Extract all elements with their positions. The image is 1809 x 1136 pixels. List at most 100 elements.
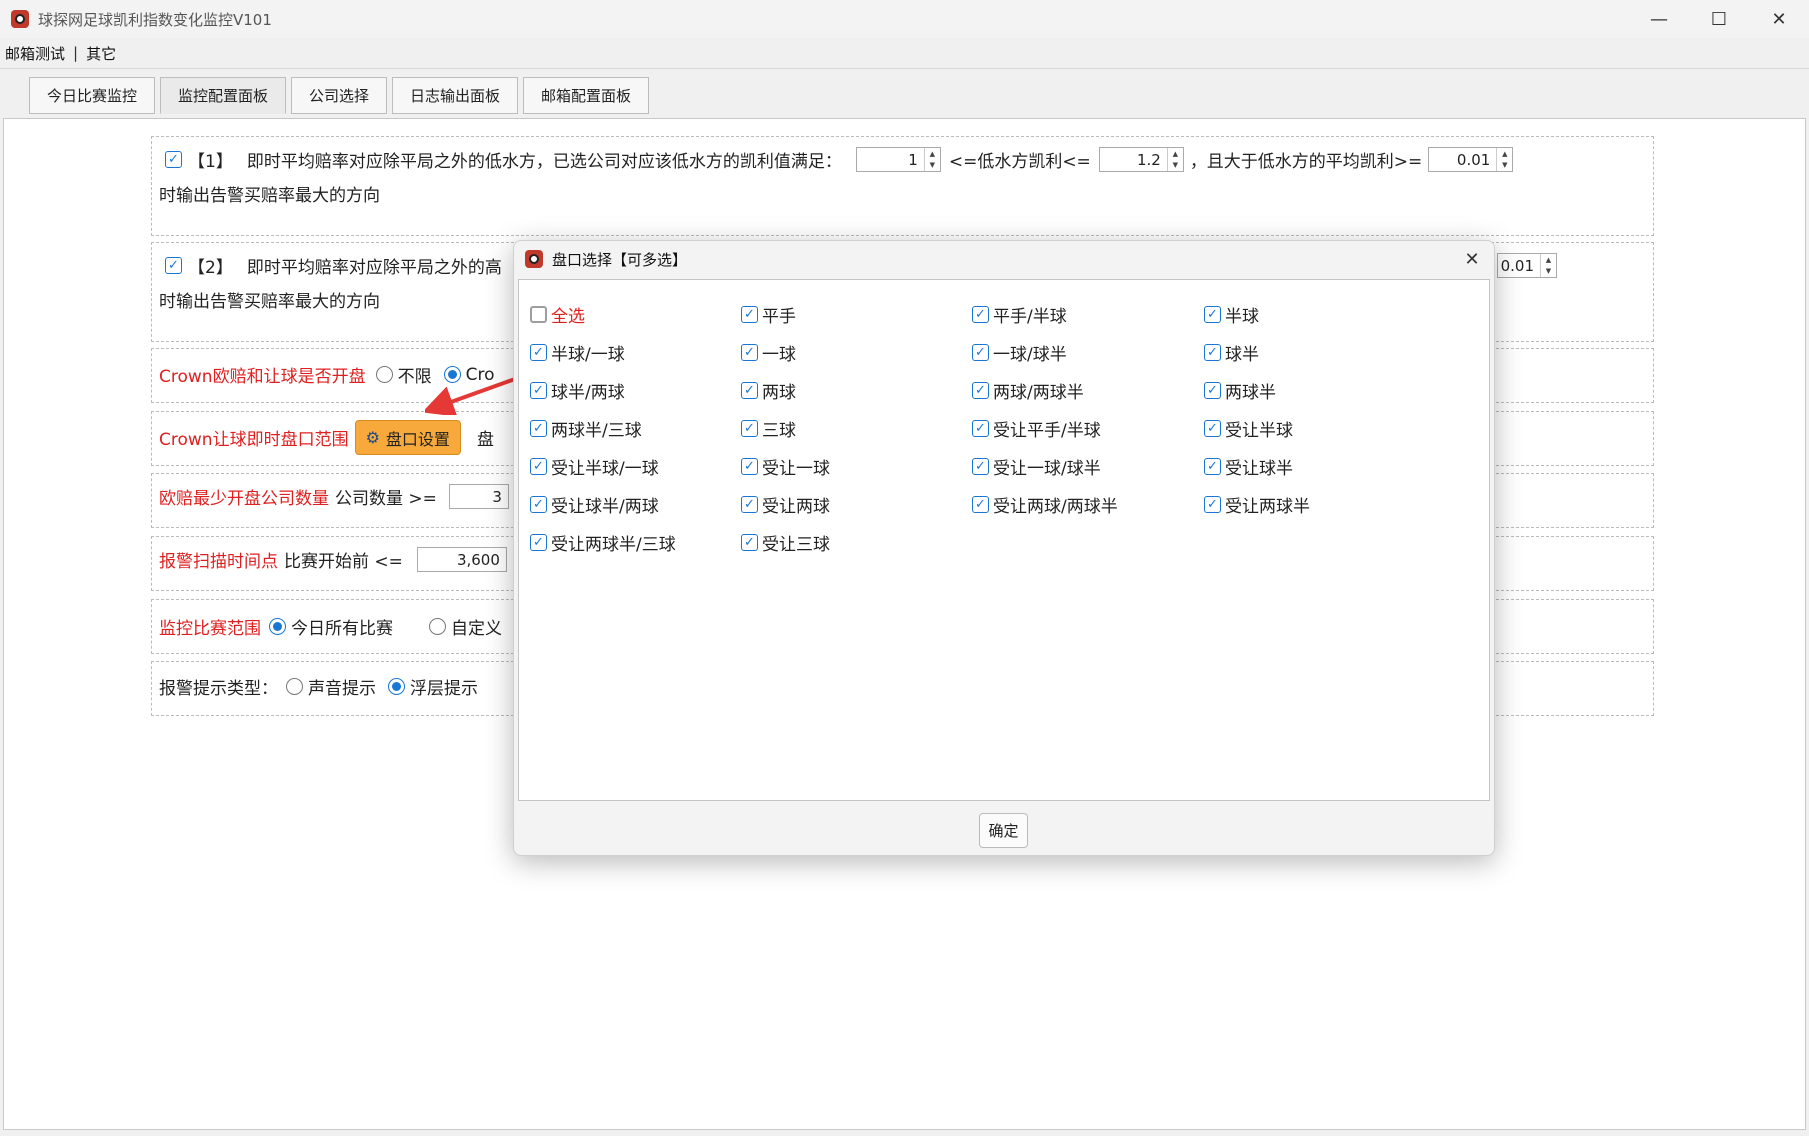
- menu-email-test[interactable]: 邮箱测试: [5, 43, 65, 64]
- checkbox-checked-icon[interactable]: ✓: [530, 344, 547, 361]
- handicap-option-17[interactable]: ✓ 受让一球: [741, 454, 830, 479]
- menu-separator: |: [73, 44, 79, 62]
- handicap-option-22[interactable]: ✓ 受让两球/两球半: [972, 492, 1118, 517]
- checkbox-checked-icon[interactable]: ✓: [1204, 306, 1221, 323]
- handicap-option-12[interactable]: ✓ 两球半/三球: [530, 416, 642, 441]
- checkbox-checked-icon[interactable]: ✓: [741, 458, 758, 475]
- scan-time-value[interactable]: 3,600: [418, 548, 506, 571]
- handicap-option-1[interactable]: ✓ 平手: [741, 302, 796, 327]
- checkbox-unchecked-icon[interactable]: [530, 306, 547, 323]
- spin-down-icon[interactable]: ▼: [1497, 160, 1512, 172]
- handicap-option-11[interactable]: ✓ 两球半: [1204, 378, 1276, 403]
- handicap-option-24[interactable]: ✓ 受让两球半/三球: [530, 530, 676, 555]
- handicap-option-label: 全选: [551, 307, 585, 327]
- checkbox-checked-icon[interactable]: ✓: [972, 382, 989, 399]
- rule1-max-spinner[interactable]: 1.2 ▲ ▼: [1098, 147, 1184, 172]
- handicap-option-8[interactable]: ✓ 球半/两球: [530, 378, 625, 403]
- spin-up-icon[interactable]: ▲: [1497, 148, 1512, 160]
- spin-down-icon[interactable]: ▼: [1541, 266, 1556, 278]
- handicap-option-15[interactable]: ✓ 受让半球: [1204, 416, 1293, 441]
- handicap-option-10[interactable]: ✓ 两球/两球半: [972, 378, 1084, 403]
- scan-time-spinner[interactable]: 3,600: [416, 547, 507, 572]
- handicap-option-13[interactable]: ✓ 三球: [741, 416, 796, 441]
- alert-float-radio[interactable]: [388, 678, 405, 695]
- checkbox-checked-icon[interactable]: ✓: [530, 534, 547, 551]
- handicap-option-3[interactable]: ✓ 半球: [1204, 302, 1259, 327]
- spin-up-icon[interactable]: ▲: [1168, 148, 1183, 160]
- scan-time-label: 报警扫描时间点: [159, 552, 278, 572]
- close-button[interactable]: ✕: [1749, 0, 1809, 38]
- checkbox-checked-icon[interactable]: ✓: [741, 382, 758, 399]
- rule2-avg-value[interactable]: 0.01: [1498, 254, 1540, 277]
- checkbox-checked-icon[interactable]: ✓: [741, 496, 758, 513]
- handicap-option-2[interactable]: ✓ 平手/半球: [972, 302, 1067, 327]
- tab-company-select[interactable]: 公司选择: [291, 77, 387, 114]
- handicap-option-9[interactable]: ✓ 两球: [741, 378, 796, 403]
- handicap-option-0[interactable]: 全选: [530, 302, 585, 327]
- rule1-max-value[interactable]: 1.2: [1100, 148, 1167, 171]
- spin-up-icon[interactable]: ▲: [1541, 254, 1556, 266]
- checkbox-checked-icon[interactable]: ✓: [972, 458, 989, 475]
- checkbox-checked-icon[interactable]: ✓: [972, 420, 989, 437]
- rule1-checkbox[interactable]: ✓: [165, 151, 182, 168]
- handicap-option-4[interactable]: ✓ 半球/一球: [530, 340, 625, 365]
- handicap-option-20[interactable]: ✓ 受让球半/两球: [530, 492, 659, 517]
- handicap-option-7[interactable]: ✓ 球半: [1204, 340, 1259, 365]
- rule1-min-value[interactable]: 1: [857, 148, 924, 171]
- checkbox-checked-icon[interactable]: ✓: [530, 496, 547, 513]
- window-title: 球探网足球凯利指数变化监控V101: [38, 10, 272, 29]
- rule1-avg-spinner[interactable]: 0.01 ▲ ▼: [1428, 147, 1514, 172]
- min-companies-value[interactable]: 3: [450, 485, 508, 508]
- spin-down-icon[interactable]: ▼: [1168, 160, 1183, 172]
- tab-monitor-config[interactable]: 监控配置面板: [160, 77, 286, 114]
- checkbox-checked-icon[interactable]: ✓: [1204, 344, 1221, 361]
- handicap-option-19[interactable]: ✓ 受让球半: [1204, 454, 1293, 479]
- handicap-option-16[interactable]: ✓ 受让半球/一球: [530, 454, 659, 479]
- menu-other[interactable]: 其它: [86, 43, 116, 64]
- dialog-options-panel: 全选 ✓ 平手 ✓ 平手/半球 ✓ 半球 ✓ 半球/一球 ✓ 一球 ✓ 一球/球半 ✓ 球半 ✓ 球半/两球 ✓ 两…: [518, 279, 1490, 801]
- handicap-option-25[interactable]: ✓ 受让三球: [741, 530, 830, 555]
- handicap-option-18[interactable]: ✓ 受让一球/球半: [972, 454, 1101, 479]
- rule2-checkbox[interactable]: ✓: [165, 257, 182, 274]
- checkbox-checked-icon[interactable]: ✓: [741, 344, 758, 361]
- checkbox-checked-icon[interactable]: ✓: [1204, 496, 1221, 513]
- checkbox-checked-icon[interactable]: ✓: [1204, 458, 1221, 475]
- tab-log-output[interactable]: 日志输出面板: [392, 77, 518, 114]
- checkbox-checked-icon[interactable]: ✓: [530, 420, 547, 437]
- checkbox-checked-icon[interactable]: ✓: [1204, 420, 1221, 437]
- checkbox-checked-icon[interactable]: ✓: [972, 306, 989, 323]
- checkbox-checked-icon[interactable]: ✓: [1204, 382, 1221, 399]
- spin-up-icon[interactable]: ▲: [925, 148, 940, 160]
- rule1-min-spinner[interactable]: 1 ▲ ▼: [855, 147, 941, 172]
- checkbox-checked-icon[interactable]: ✓: [972, 344, 989, 361]
- handicap-option-21[interactable]: ✓ 受让两球: [741, 492, 830, 517]
- checkbox-checked-icon[interactable]: ✓: [741, 534, 758, 551]
- checkbox-checked-icon[interactable]: ✓: [972, 496, 989, 513]
- tab-email-config[interactable]: 邮箱配置面板: [523, 77, 649, 114]
- crown-open-unlimited-radio[interactable]: [375, 366, 393, 383]
- handicap-option-23[interactable]: ✓ 受让两球半: [1204, 492, 1310, 517]
- rule1-tail-label: ，且大于低水方的平均凯利>=: [1189, 152, 1423, 172]
- checkbox-checked-icon[interactable]: ✓: [530, 458, 547, 475]
- dialog-ok-button[interactable]: 确定: [979, 813, 1028, 848]
- minimize-button[interactable]: —: [1629, 0, 1689, 38]
- spin-down-icon[interactable]: ▼: [925, 160, 940, 172]
- dialog-close-icon[interactable]: ✕: [1458, 245, 1486, 273]
- tab-today-monitor[interactable]: 今日比赛监控: [29, 77, 155, 114]
- handicap-settings-button[interactable]: ⚙ 盘口设置: [354, 420, 461, 455]
- match-scope-custom-radio[interactable]: [429, 618, 446, 635]
- handicap-option-5[interactable]: ✓ 一球: [741, 340, 796, 365]
- rule2-line2: 时输出告警买赔率最大的方向: [159, 292, 380, 312]
- checkbox-checked-icon[interactable]: ✓: [741, 306, 758, 323]
- rule1-avg-value[interactable]: 0.01: [1429, 148, 1496, 171]
- match-scope-all-radio[interactable]: [269, 618, 286, 635]
- handicap-option-14[interactable]: ✓ 受让平手/半球: [972, 416, 1101, 441]
- min-companies-spinner[interactable]: 3: [448, 484, 509, 509]
- checkbox-checked-icon[interactable]: ✓: [741, 420, 758, 437]
- handicap-option-6[interactable]: ✓ 一球/球半: [972, 340, 1067, 365]
- maximize-button[interactable]: ☐: [1689, 0, 1749, 38]
- alert-sound-radio[interactable]: [286, 678, 303, 695]
- rule2-avg-spinner[interactable]: 0.01 ▲ ▼: [1497, 253, 1557, 278]
- checkbox-checked-icon[interactable]: ✓: [530, 382, 547, 399]
- rule1-section: ✓ 【1】 即时平均赔率对应除平局之外的低水方，已选公司对应该低水方的凯利值满足…: [151, 136, 1654, 236]
